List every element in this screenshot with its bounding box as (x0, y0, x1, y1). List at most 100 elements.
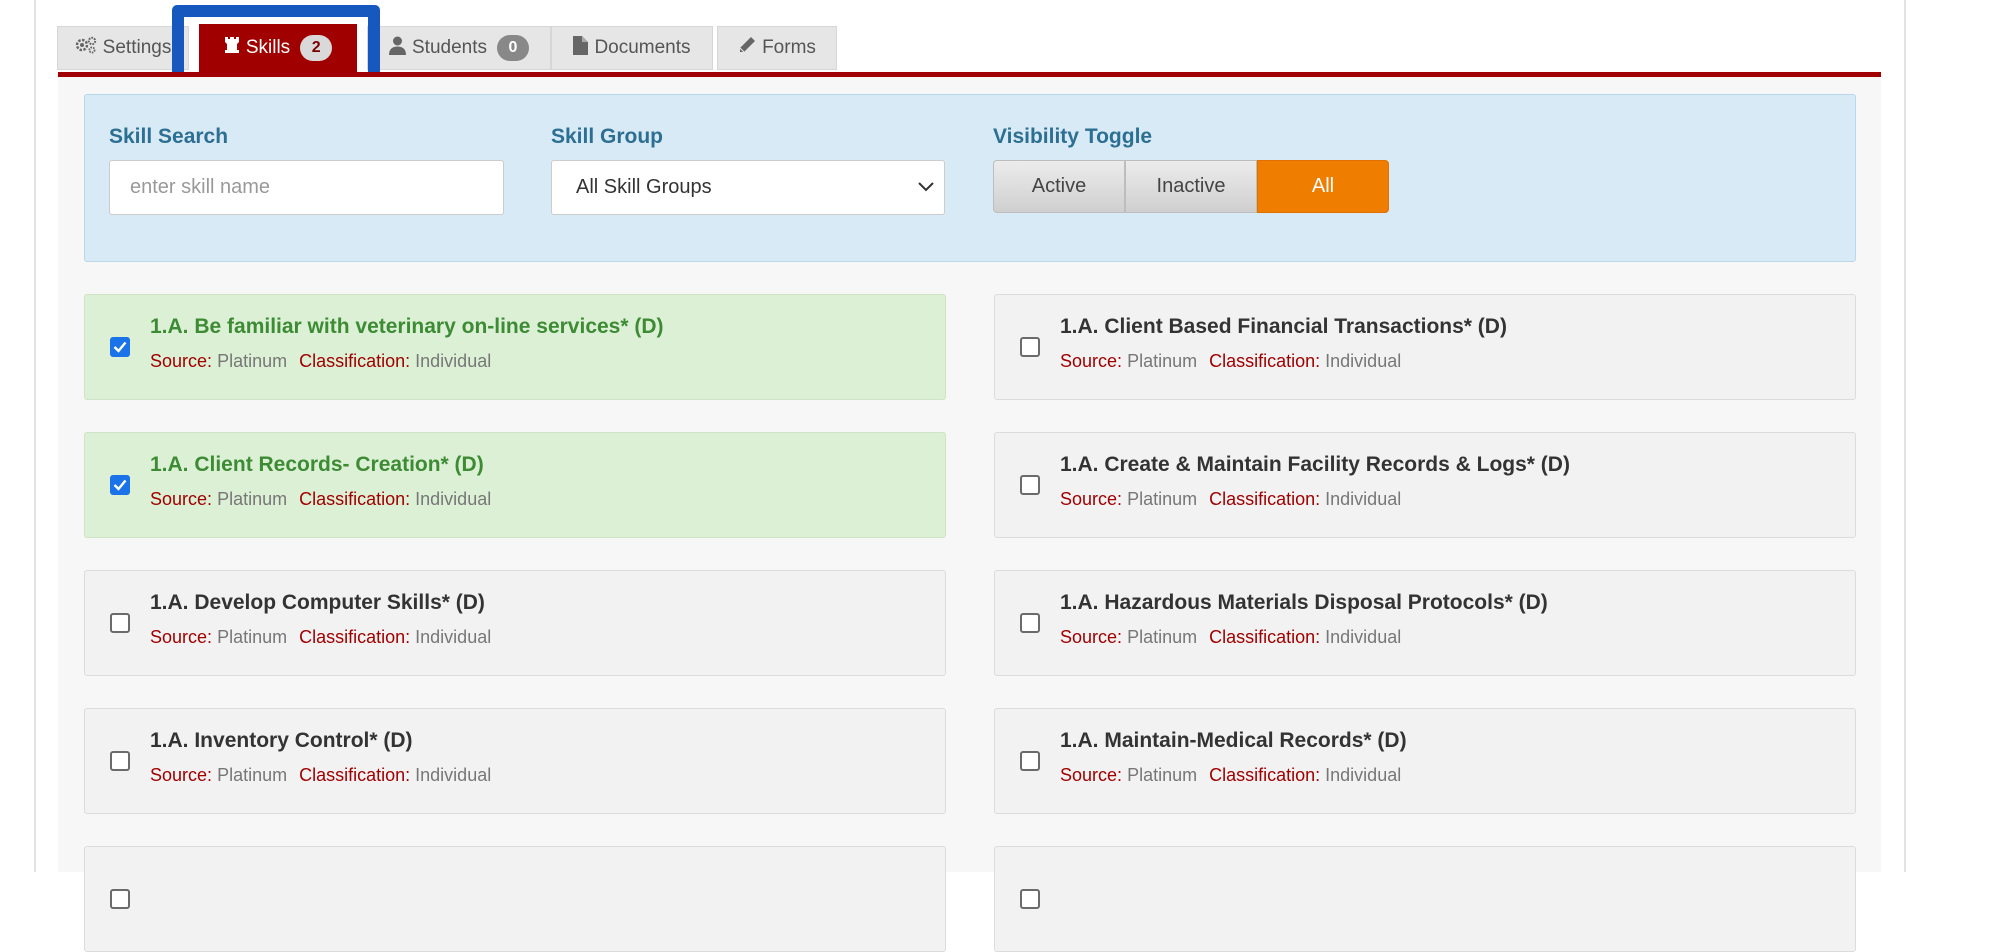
tab-students-label: Students (412, 37, 487, 58)
tab-skills-label: Skills (245, 37, 291, 58)
skill-title: 1.A. Be familiar with veterinary on-line… (150, 315, 664, 338)
classification-label: Classification: (299, 627, 411, 647)
checkmark-icon (113, 479, 127, 491)
tab-settings[interactable]: Settings (57, 26, 189, 70)
tab-settings-label: Settings (102, 37, 172, 58)
classification-value: Individual (415, 351, 492, 371)
tab-students[interactable]: Students 0 (367, 26, 551, 70)
classification-value: Individual (1325, 489, 1402, 509)
classification-value: Individual (1325, 351, 1402, 371)
checkmark-icon (113, 341, 127, 353)
classification-value: Individual (415, 765, 492, 785)
skill-card[interactable]: 1.A. Hazardous Materials Disposal Protoc… (994, 570, 1856, 676)
skill-meta: Source: Platinum Classification: Individu… (1060, 489, 1401, 510)
page-border-right (1904, 0, 1906, 872)
skill-title: 1.A. Client Records- Creation* (D) (150, 453, 484, 476)
file-icon (573, 35, 594, 61)
skill-meta: Source: Platinum Classification: Individu… (150, 489, 491, 510)
source-label: Source: (150, 627, 213, 647)
filter-box: Skill Search Skill Group All Skill Group… (84, 94, 1856, 262)
source-value: Platinum (1127, 351, 1198, 371)
source-value: Platinum (217, 765, 288, 785)
classification-label: Classification: (1209, 351, 1321, 371)
skill-title: 1.A. Develop Computer Skills* (D) (150, 591, 485, 614)
visibility-inactive-button[interactable]: Inactive (1125, 160, 1257, 213)
skill-checkbox[interactable] (110, 613, 130, 633)
source-label: Source: (150, 489, 213, 509)
skill-card[interactable]: 1.A. Client Records- Creation* (D) Source… (84, 432, 946, 538)
visibility-all-button[interactable]: All (1257, 160, 1389, 213)
skill-meta: Source: Platinum Classification: Individu… (1060, 765, 1401, 786)
user-icon (389, 36, 412, 61)
classification-label: Classification: (1209, 765, 1321, 785)
classification-label: Classification: (1209, 489, 1321, 509)
classification-label: Classification: (1209, 627, 1321, 647)
source-label: Source: (150, 765, 213, 785)
skill-title: 1.A. Hazardous Materials Disposal Protoc… (1060, 591, 1548, 614)
skill-group-select[interactable]: All Skill Groups (551, 160, 945, 215)
source-value: Platinum (1127, 489, 1198, 509)
skill-search-input[interactable] (109, 160, 504, 215)
classification-value: Individual (1325, 765, 1402, 785)
skill-card[interactable]: 1.A. Be familiar with veterinary on-line… (84, 294, 946, 400)
skill-title: 1.A. Create & Maintain Facility Records … (1060, 453, 1570, 476)
source-value: Platinum (217, 351, 288, 371)
page-border-left (34, 0, 36, 872)
source-label: Source: (150, 351, 213, 371)
classification-value: Individual (415, 627, 492, 647)
skills-count-badge: 2 (300, 35, 333, 61)
tab-forms[interactable]: Forms (717, 26, 837, 70)
tab-skills[interactable]: Skills 2 (199, 24, 357, 72)
skill-card[interactable]: Source: Classification: (84, 846, 946, 952)
source-value: Platinum (217, 489, 288, 509)
skill-checkbox[interactable] (1020, 613, 1040, 633)
tab-forms-label: Forms (762, 37, 816, 58)
skill-meta: Source: Platinum Classification: Individu… (1060, 351, 1401, 372)
skill-meta: Source: Platinum Classification: Individu… (150, 765, 491, 786)
skill-group-label: Skill Group (551, 125, 664, 148)
source-label: Source: (1060, 765, 1123, 785)
skill-checkbox[interactable] (110, 337, 130, 357)
skill-checkbox[interactable] (1020, 889, 1040, 909)
source-label: Source: (1060, 489, 1123, 509)
classification-value: Individual (1325, 627, 1402, 647)
source-label: Source: (1060, 351, 1123, 371)
source-value: Platinum (1127, 627, 1198, 647)
skill-title: 1.A. Client Based Financial Transactions… (1060, 315, 1507, 338)
pencil-icon (738, 36, 762, 60)
skill-checkbox[interactable] (1020, 475, 1040, 495)
skill-card[interactable]: 1.A. Develop Computer Skills* (D) Source:… (84, 570, 946, 676)
skill-checkbox[interactable] (1020, 751, 1040, 771)
skill-meta: Source: Platinum Classification: Individu… (1060, 627, 1401, 648)
tab-documents-label: Documents (594, 37, 691, 58)
skill-card[interactable]: 1.A. Client Based Financial Transactions… (994, 294, 1856, 400)
skill-title: 1.A. Maintain-Medical Records* (D) (1060, 729, 1407, 752)
skill-checkbox[interactable] (110, 475, 130, 495)
classification-label: Classification: (299, 489, 411, 509)
classification-label: Classification: (299, 765, 411, 785)
visibility-toggle-label: Visibility Toggle (993, 125, 1153, 148)
skill-group-value: All Skill Groups (576, 176, 712, 198)
skill-card[interactable]: 1.A. Create & Maintain Facility Records … (994, 432, 1856, 538)
skill-title: 1.A. Inventory Control* (D) (150, 729, 413, 752)
skill-search-label: Skill Search (109, 125, 229, 148)
skill-meta: Source: Platinum Classification: Individu… (150, 351, 491, 372)
source-value: Platinum (217, 627, 288, 647)
chess-rook-icon (224, 36, 246, 60)
tab-documents[interactable]: Documents (551, 26, 713, 70)
skill-checkbox[interactable] (110, 889, 130, 909)
students-count-badge: 0 (497, 35, 529, 61)
visibility-toggle: Active Inactive All (993, 160, 1389, 213)
skill-checkbox[interactable] (110, 751, 130, 771)
source-value: Platinum (1127, 765, 1198, 785)
classification-label: Classification: (299, 351, 411, 371)
skill-card[interactable]: 1.A. Inventory Control* (D) Source: Plati… (84, 708, 946, 814)
skill-card[interactable]: Source: Classification: (994, 846, 1856, 952)
source-label: Source: (1060, 627, 1123, 647)
skill-checkbox[interactable] (1020, 337, 1040, 357)
gears-icon (75, 36, 103, 60)
skill-card[interactable]: 1.A. Maintain-Medical Records* (D) Source… (994, 708, 1856, 814)
classification-value: Individual (415, 489, 492, 509)
skill-meta: Source: Platinum Classification: Individu… (150, 627, 491, 648)
visibility-active-button[interactable]: Active (993, 160, 1125, 213)
